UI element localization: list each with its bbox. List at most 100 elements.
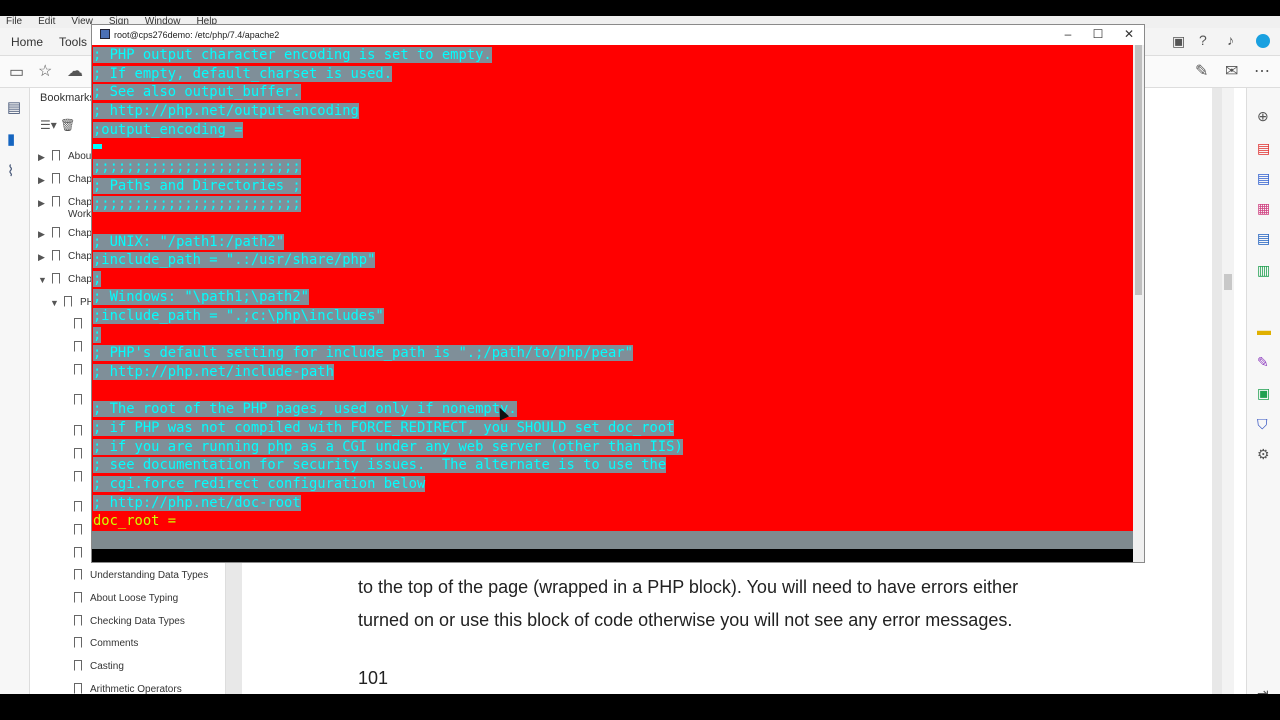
menu-file[interactable]: File [6, 16, 22, 27]
chat-icon[interactable]: ▣ [1172, 33, 1185, 50]
combine-icon[interactable]: ▥ [1257, 262, 1270, 279]
zoom-icon[interactable]: ⊕ [1257, 108, 1269, 125]
scrollbar-thumb[interactable] [1224, 274, 1232, 290]
bookmark-item-checking-data-types[interactable]: Checking Data Types [74, 615, 185, 627]
putty-icon [100, 29, 110, 39]
bookmark-item[interactable] [74, 425, 90, 437]
edit-pdf-icon[interactable]: ▤ [1257, 230, 1270, 247]
code-line: ; [93, 270, 102, 287]
scroll-percent: 37% [1097, 586, 1122, 602]
create-pdf-icon[interactable]: ▤ [1257, 140, 1270, 157]
star-icon[interactable]: ☆ [38, 61, 52, 81]
terminal-scrollbar-thumb[interactable] [1135, 45, 1142, 295]
tab-home[interactable]: Home [11, 35, 43, 49]
tools-rail: ⊕ ▤ ▤ ▦ ▤ ▥ ▬ ✎ ▣ ⛉ ⚙ ⇥ [1246, 88, 1280, 694]
cursor-position: 730,1 [977, 568, 1019, 584]
bookmark-item[interactable] [74, 364, 90, 376]
close-button[interactable]: ✕ [1119, 27, 1139, 41]
page-text-line: turned on or use this block of code othe… [358, 610, 1013, 630]
code-line: ;;;;;;;;;;;;;;;;;;;;;;;;; [93, 158, 301, 175]
chevron-right-icon[interactable]: ▶ [38, 152, 45, 163]
bookmark-item[interactable]: Chap [52, 250, 92, 262]
collapse-panel-icon[interactable]: ⇥ [1257, 685, 1269, 694]
code-line: ; Paths and Directories ; [93, 177, 301, 194]
bookmark-item[interactable] [74, 318, 90, 330]
left-navigation-rail: ▤ ▮ ⌇ [0, 88, 30, 694]
menu-edit[interactable]: Edit [38, 16, 55, 27]
code-line: ; cgi.force_redirect configuration below [93, 475, 426, 492]
code-line: ; [93, 326, 102, 343]
fill-sign-icon[interactable]: ✎ [1257, 354, 1269, 371]
bookmark-item[interactable] [74, 341, 90, 353]
video-letterbox-bottom [0, 694, 1280, 720]
bookmarks-title: Bookmarks [40, 92, 96, 104]
terminal-window: root@cps276demo: /etc/php/7.4/apache2 – … [91, 24, 1145, 602]
bookmark-item[interactable] [74, 471, 90, 483]
code-line: ; See also output_buffer. [93, 84, 301, 101]
page-number: 101 [358, 668, 389, 688]
bookmark-item[interactable] [74, 394, 90, 406]
menu-view[interactable]: View [71, 16, 93, 27]
code-line: ; http://php.net/output-encoding [93, 102, 359, 119]
code-line: ; The root of the PHP pages, used only i… [93, 401, 517, 418]
chevron-right-icon[interactable]: ▶ [38, 198, 45, 209]
code-line: ; PHP output character encoding is set t… [93, 47, 492, 63]
tools-settings-icon[interactable]: ⚙ [1257, 446, 1270, 463]
bookmark-item-comments[interactable]: Comments [74, 637, 138, 649]
bookmark-item[interactable]: Chap [52, 273, 92, 285]
code-line: ;;;;;;;;;;;;;;;;;;;;;;;;; [93, 196, 301, 213]
bookmark-item[interactable] [74, 547, 90, 559]
bookmark-icon[interactable]: ▮ [7, 130, 15, 148]
code-line: ;include_path = ".:/usr/share/php" [93, 252, 376, 269]
bookmark-item[interactable] [74, 524, 90, 536]
pages-icon[interactable]: ▤ [7, 98, 21, 116]
minimize-button[interactable]: – [1058, 27, 1078, 41]
bookmark-item-continued[interactable]: Work [68, 209, 91, 220]
bell-icon[interactable]: ♪ [1227, 32, 1234, 48]
upload-icon[interactable]: ☁ [67, 61, 83, 81]
bookmark-item[interactable]: About [52, 150, 94, 162]
bookmark-item[interactable] [74, 501, 90, 513]
terminal-title: root@cps276demo: /etc/php/7.4/apache2 [114, 30, 280, 40]
chevron-down-icon[interactable]: ▼ [38, 275, 47, 285]
text-cursor [93, 144, 102, 150]
chevron-down-icon[interactable]: ▼ [50, 298, 59, 308]
mail-icon[interactable]: ✉ [1225, 61, 1238, 81]
save-icon[interactable]: ▭ [9, 62, 24, 82]
export-pdf-icon[interactable]: ▤ [1257, 170, 1270, 187]
bookmark-item[interactable] [74, 448, 90, 460]
document-scrollbar[interactable] [1222, 88, 1234, 694]
bookmark-item[interactable]: PH [64, 296, 94, 308]
bookmark-item[interactable]: Chap [52, 227, 92, 239]
protect-icon[interactable]: ⛉ [1257, 416, 1268, 433]
code-line: ; if you are running php as a CGI under … [93, 438, 683, 455]
vim-status-line: -- INSERT -- 730,1 37% [92, 531, 1133, 602]
bookmark-item[interactable]: Chap [52, 173, 92, 185]
chevron-right-icon[interactable]: ▶ [38, 175, 45, 186]
chevron-right-icon[interactable]: ▶ [38, 252, 45, 263]
tab-tools[interactable]: Tools [59, 35, 87, 49]
code-line: ; If empty, default_charset is used. [93, 65, 393, 82]
code-line: ; http://php.net/include-path [93, 364, 334, 381]
chevron-right-icon[interactable]: ▶ [38, 229, 45, 240]
bookmark-item-arithmetic-operators[interactable]: Arithmetic Operators [74, 683, 182, 694]
sign-icon[interactable]: ✎ [1195, 61, 1208, 81]
avatar[interactable] [1256, 34, 1270, 48]
bookmark-options-icon[interactable]: ☰▾ 🗑 [40, 118, 75, 132]
code-line: ; Windows: "\path1;\path2" [93, 289, 309, 306]
attachment-icon[interactable]: ⌇ [7, 162, 14, 180]
code-line: ;include_path = ".;c:\php\includes" [93, 308, 384, 325]
vim-buffer[interactable]: ; PHP output character encoding is set t… [92, 45, 1133, 531]
maximize-button[interactable]: ☐ [1088, 27, 1108, 41]
help-icon[interactable]: ? [1199, 32, 1207, 48]
organize-pages-icon[interactable]: ▦ [1257, 200, 1270, 217]
comment-icon[interactable]: ▬ [1257, 322, 1271, 338]
code-line: ; see documentation for security issues.… [93, 457, 667, 474]
bookmark-item[interactable]: Chap [52, 196, 92, 208]
terminal-titlebar: root@cps276demo: /etc/php/7.4/apache2 – … [92, 25, 1144, 45]
bookmark-item-about-loose-typing[interactable]: About Loose Typing [74, 592, 178, 604]
print-production-icon[interactable]: ▣ [1257, 385, 1270, 402]
more-icon[interactable]: ⋯ [1254, 61, 1270, 81]
terminal-scrollbar[interactable] [1133, 45, 1144, 562]
bookmark-item-casting[interactable]: Casting [74, 660, 124, 672]
